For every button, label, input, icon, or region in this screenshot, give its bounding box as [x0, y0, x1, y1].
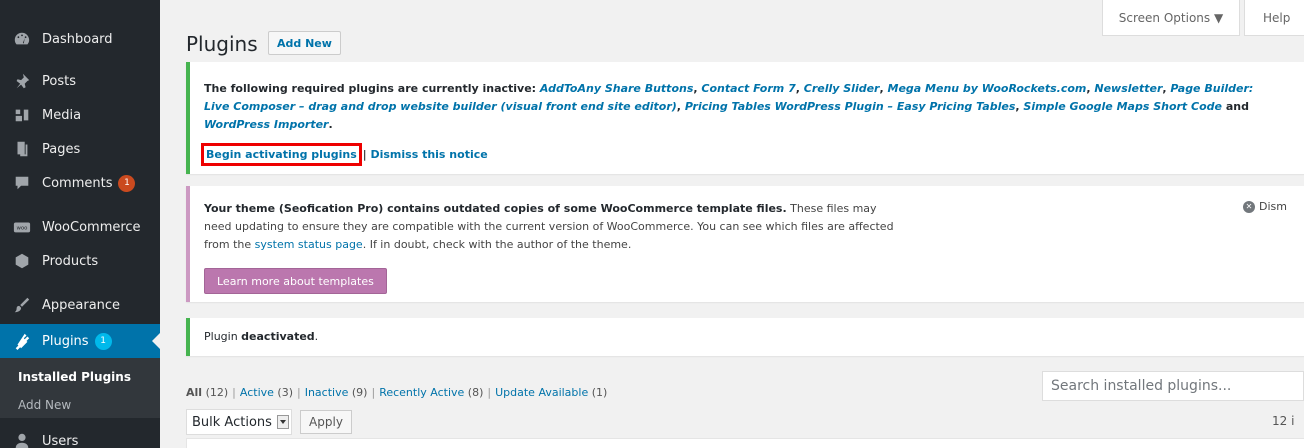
deactivated-message: Plugin deactivated. — [204, 330, 319, 343]
plugin-link-mega-menu[interactable]: Mega Menu by WooRockets.com — [888, 82, 1087, 95]
sidebar-item-label: Posts — [42, 73, 76, 89]
dashboard-icon — [12, 29, 32, 49]
pages-icon — [12, 139, 32, 159]
dismiss-woocommerce-notice[interactable]: ✕ Dism — [1243, 200, 1287, 213]
begin-activating-plugins-link[interactable]: Begin activating plugins — [201, 143, 362, 166]
action-separator: | — [358, 148, 371, 161]
items-count: 12 i — [1272, 414, 1295, 428]
required-plugins-notice: The following required plugins are curre… — [186, 62, 1304, 174]
filter-active[interactable]: Active — [240, 386, 274, 399]
plugins-table — [186, 438, 1304, 448]
sidebar-item-pages[interactable]: Pages — [0, 132, 160, 166]
sidebar-item-label: Products — [42, 253, 99, 269]
woocommerce-notice-heading: Your theme (Seofication Pro) contains ou… — [204, 202, 787, 215]
notice-intro: The following required plugins are curre… — [204, 82, 540, 95]
dismiss-label: Dism — [1259, 200, 1287, 213]
plugin-link-pricing-tables[interactable]: Pricing Tables WordPress Plugin – Easy P… — [685, 100, 1016, 113]
plugin-link-crelly-slider[interactable]: Crelly Slider — [804, 82, 880, 95]
close-icon: ✕ — [1243, 200, 1255, 213]
submenu-installed-plugins[interactable]: Installed Plugins — [18, 370, 131, 384]
plugin-deactivated-notice: Plugin deactivated. — [186, 318, 1304, 356]
plugin-link-wordpress-importer[interactable]: WordPress Importer — [204, 118, 328, 131]
filter-recently-active[interactable]: Recently Active — [379, 386, 464, 399]
learn-more-templates-button[interactable]: Learn more about templates — [204, 268, 387, 294]
media-icon — [12, 105, 32, 125]
required-plugins-text: The following required plugins are curre… — [204, 82, 1254, 131]
active-menu-arrow — [152, 333, 160, 349]
sidebar-item-label: WooCommerce — [42, 219, 141, 235]
sidebar-item-posts[interactable]: Posts — [0, 64, 160, 98]
submenu-add-new[interactable]: Add New — [18, 398, 71, 412]
help-button[interactable]: Help — [1244, 0, 1304, 36]
system-status-link[interactable]: system status page — [255, 238, 363, 251]
woocommerce-icon: woo — [12, 217, 32, 237]
sidebar-item-comments[interactable]: Comments 1 — [0, 166, 160, 200]
plugin-link-contact-form-7[interactable]: Contact Form 7 — [701, 82, 795, 95]
sidebar-item-woocommerce[interactable]: woo WooCommerce — [0, 210, 160, 244]
apply-button[interactable]: Apply — [300, 410, 352, 434]
brush-icon — [12, 295, 32, 315]
search-plugins-input[interactable]: Search installed plugins... — [1042, 371, 1304, 401]
plugin-link-google-maps[interactable]: Simple Google Maps Short Code — [1023, 100, 1222, 113]
sidebar-item-plugins[interactable]: Plugins 1 — [0, 324, 160, 358]
sidebar-item-label: Media — [42, 107, 82, 123]
sidebar-item-label: Comments — [42, 175, 113, 191]
comments-count-badge: 1 — [118, 174, 136, 192]
svg-text:woo: woo — [17, 226, 28, 232]
filter-update-available[interactable]: Update Available — [495, 386, 588, 399]
sidebar-item-dashboard[interactable]: Dashboard — [0, 22, 160, 56]
products-icon — [12, 251, 32, 271]
sidebar-item-users[interactable]: Users — [0, 424, 160, 448]
sidebar-item-appearance[interactable]: Appearance — [0, 288, 160, 322]
bulk-actions-select[interactable]: Bulk Actions — [186, 409, 292, 435]
plugin-link-addtoany[interactable]: AddToAny Share Buttons — [540, 82, 693, 95]
sidebar-item-label: Dashboard — [42, 31, 113, 47]
plugin-status-filters: All (12) | Active (3) | Inactive (9) | Recentl… — [186, 386, 608, 399]
dropdown-arrow-icon — [277, 415, 289, 429]
woocommerce-notice-text: Your theme (Seofication Pro) contains ou… — [204, 202, 894, 251]
and-word: and — [1221, 100, 1249, 113]
notice-actions: Begin activating plugins | Dismiss this … — [201, 143, 488, 166]
users-icon — [12, 431, 32, 448]
add-new-button[interactable]: Add New — [268, 31, 341, 55]
plugin-icon — [12, 331, 32, 351]
admin-sidebar: Dashboard Posts Media Pages Comments 1 w… — [0, 0, 160, 448]
filter-inactive[interactable]: Inactive — [305, 386, 349, 399]
screen-options-button[interactable]: Screen Options ▼ — [1102, 0, 1240, 36]
comment-icon — [12, 173, 32, 193]
sidebar-item-products[interactable]: Products — [0, 244, 160, 278]
plugins-submenu: Installed Plugins Add New — [0, 358, 160, 418]
sidebar-item-media[interactable]: Media — [0, 98, 160, 132]
woocommerce-template-notice: Your theme (Seofication Pro) contains ou… — [186, 186, 1304, 302]
sidebar-item-label: Pages — [42, 141, 81, 157]
sidebar-item-label: Appearance — [42, 297, 121, 313]
plugin-link-newsletter[interactable]: Newsletter — [1094, 82, 1162, 95]
filter-all[interactable]: All — [186, 386, 202, 399]
bulk-actions-value: Bulk Actions — [192, 414, 272, 430]
plugins-update-badge: 1 — [94, 332, 112, 350]
page-title: Plugins — [186, 32, 258, 56]
sidebar-item-label: Users — [42, 433, 79, 448]
pin-icon — [12, 71, 32, 91]
dismiss-notice-link[interactable]: Dismiss this notice — [370, 148, 487, 161]
sidebar-item-label: Plugins — [42, 333, 89, 349]
